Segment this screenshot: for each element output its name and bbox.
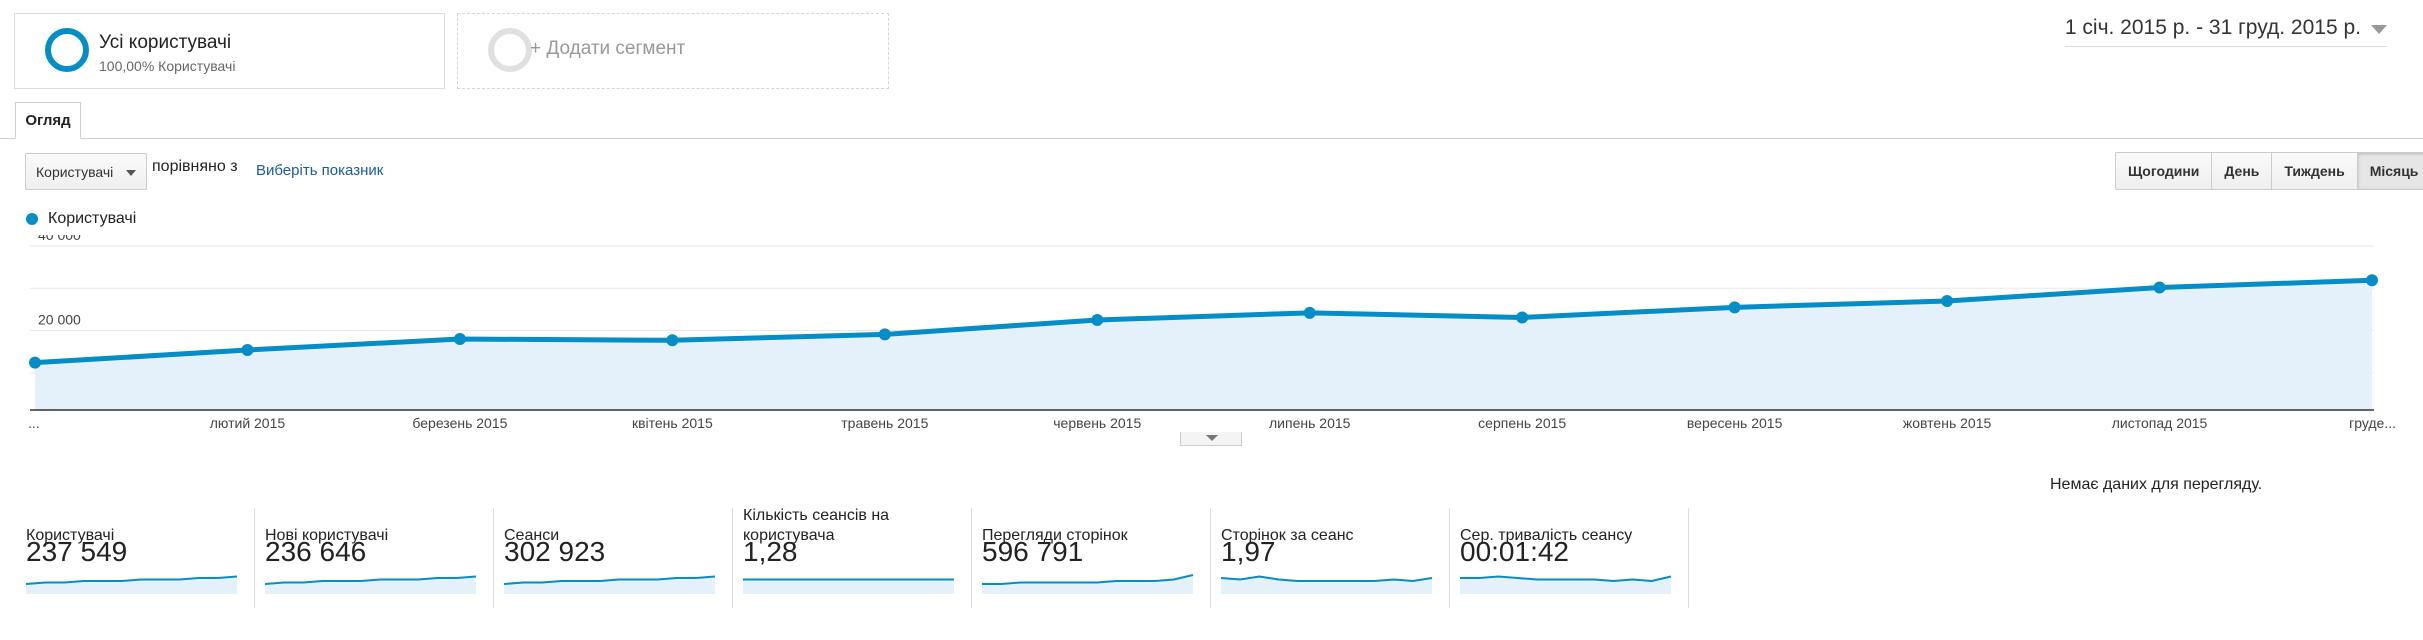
x-tick-label: лютий 2015	[210, 415, 286, 431]
data-point	[2153, 281, 2166, 294]
no-data-message: Немає даних для перегляду.	[2050, 476, 2263, 493]
scorecard-value: 236 646	[265, 536, 367, 567]
data-point	[2366, 274, 2378, 287]
scorecard-value: 1,28	[743, 536, 798, 567]
empty-segment-circle-icon	[488, 28, 532, 72]
data-point	[878, 328, 891, 341]
data-point	[29, 356, 41, 369]
legend-label: Користувачі	[48, 210, 137, 227]
tab-overview[interactable]: Огляд	[15, 102, 81, 139]
granularity-hourly-button[interactable]: Щогодини	[2116, 153, 2213, 189]
x-tick-label: липень 2015	[1269, 415, 1351, 431]
x-tick-label: травень 2015	[841, 415, 928, 431]
scorecard-sparkline	[1460, 575, 1672, 594]
scorecard-value: 596 791	[982, 536, 1084, 567]
metric-select-value: Користувачі	[36, 163, 114, 180]
data-point	[241, 344, 254, 357]
chevron-down-icon	[126, 170, 136, 176]
data-point	[453, 333, 466, 346]
scorecard[interactable]: Сеанси 302 923	[494, 508, 733, 608]
sparkline-area	[265, 576, 476, 594]
tab-divider	[0, 138, 2423, 139]
data-point	[1728, 301, 1741, 314]
scorecard-value: 1,97	[1221, 536, 1276, 567]
sparkline-area	[982, 575, 1193, 594]
segment-circle-icon	[45, 28, 89, 72]
scorecard[interactable]: Користувачі 237 549	[16, 508, 255, 608]
chart-legend: Користувачі	[26, 210, 136, 228]
granularity-month-button[interactable]: Місяць	[2357, 153, 2423, 189]
scorecard[interactable]: Перегляди сторінок 596 791	[972, 508, 1211, 608]
date-range-selector[interactable]: 1 січ. 2015 р. - 31 груд. 2015 р.	[2064, 16, 2387, 47]
users-line-chart: 40 000 20 000... лютий 2015 березень 2015 кв…	[28, 235, 2396, 431]
scorecard-sparkline	[504, 575, 716, 594]
x-tick-label: серпень 2015	[1478, 415, 1566, 431]
data-point	[1091, 314, 1104, 327]
date-range-text: 1 січ. 2015 р. - 31 груд. 2015 р.	[2064, 16, 2361, 39]
scorecard-sparkline	[1221, 575, 1433, 594]
x-tick-label: червень 2015	[1053, 415, 1141, 431]
segment-title: Усі користувачі	[99, 32, 232, 53]
scorecard-sparkline	[743, 578, 954, 594]
data-point	[1303, 306, 1316, 319]
x-tick-label: березень 2015	[412, 415, 507, 431]
x-tick-label: листопад 2015	[2112, 415, 2208, 431]
y-tick-label: 20 000	[38, 312, 81, 328]
x-tick-label: ...	[28, 415, 40, 431]
granularity-toggle: Щогодини День Тиждень Місяць	[2115, 152, 2423, 190]
granularity-week-button[interactable]: Тиждень	[2272, 153, 2358, 189]
scorecard-value: 302 923	[504, 536, 606, 567]
chevron-down-icon	[1206, 435, 1218, 441]
scorecard-sparkline	[26, 575, 238, 594]
data-point	[1516, 311, 1529, 324]
x-tick-label: вересень 2015	[1687, 415, 1783, 431]
scorecard-value: 237 549	[26, 536, 128, 567]
scorecard[interactable]: Сер. тривалість сеансу 00:01:42	[1450, 508, 1689, 608]
data-point	[1941, 294, 1954, 307]
sparkline-area	[26, 576, 237, 594]
legend-dot-icon	[26, 213, 38, 225]
granularity-day-button[interactable]: День	[2212, 153, 2273, 189]
scorecard-sparkline	[982, 574, 1194, 594]
scorecard[interactable]: Кількість сеансів на користувача 1,28	[733, 507, 972, 608]
x-tick-label: жовтень 2015	[1903, 415, 1992, 431]
chevron-down-icon	[2371, 24, 2387, 34]
add-segment-button[interactable]: + Додати сегмент	[457, 13, 889, 89]
scorecard[interactable]: Сторінок за сеанс 1,97	[1211, 508, 1450, 608]
scorecard[interactable]: Нові користувачі 236 646	[255, 508, 494, 608]
scorecard-sparkline	[265, 575, 477, 594]
compare-text: порівняно з	[152, 158, 238, 175]
segment-all-users[interactable]: Усі користувачі 100,00% Користувачі	[14, 13, 445, 89]
x-tick-label: груде...	[2349, 415, 2396, 431]
data-point	[666, 334, 679, 347]
sparkline-area	[504, 576, 715, 594]
chart-collapse-handle[interactable]	[1180, 432, 1242, 446]
scorecard-value: 00:01:42	[1460, 536, 1569, 567]
y-tick-label: 40 000	[38, 235, 81, 243]
pick-metric-link[interactable]: Виберіть показник	[256, 162, 383, 179]
scorecards: Користувачі 237 549 Нові користувачі 236 64…	[16, 507, 1689, 608]
segment-subtitle: 100,00% Користувачі	[99, 58, 236, 74]
add-segment-label: + Додати сегмент	[530, 38, 686, 59]
metric-select[interactable]: Користувачі	[25, 153, 147, 190]
x-tick-label: квітень 2015	[632, 415, 713, 431]
sparkline-area	[743, 579, 954, 594]
